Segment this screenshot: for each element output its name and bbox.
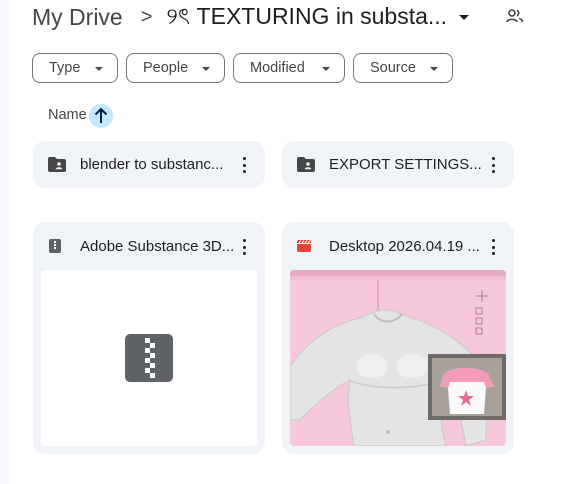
shared-folder-icon [48,157,66,172]
sort-direction-button[interactable] [89,104,113,128]
caret-down-icon [202,67,210,71]
sort-column-label[interactable]: Name [48,107,87,123]
breadcrumb-my-drive[interactable]: My Drive [32,4,123,31]
more-options-icon[interactable] [243,157,247,173]
breadcrumb: My Drive > ୨ৎ TEXTURING in substa... [32,0,470,37]
filter-people-label: People [143,60,189,76]
breadcrumb-current-folder[interactable]: ୨ৎ TEXTURING in substa... [166,0,447,37]
folder-name: EXPORT SETTINGS... [329,156,482,173]
more-options-icon[interactable] [492,239,496,255]
filter-type-chip[interactable]: Type [32,53,118,83]
left-panel-edge [0,0,12,484]
caret-down-icon [322,67,330,71]
video-thumbnail-image [290,270,506,446]
shared-folder-icon [297,157,315,172]
zip-archive-icon [125,334,173,382]
video-icon [297,240,311,252]
filter-modified-chip[interactable]: Modified [233,53,345,83]
file-name: Desktop 2026.04.19 ... [329,238,480,255]
caret-down-icon [95,67,103,71]
zip-archive-icon [49,239,61,253]
chevron-right-icon: > [140,5,153,28]
folder-card[interactable]: EXPORT SETTINGS... [282,141,514,188]
file-card[interactable]: Desktop 2026.04.19 ... [282,222,514,454]
more-options-icon[interactable] [492,157,496,173]
filter-source-label: Source [370,60,416,76]
caret-down-icon [430,67,438,71]
filter-people-chip[interactable]: People [126,53,225,83]
folder-name: blender to substanc... [80,156,224,173]
folder-card[interactable]: blender to substanc... [33,141,265,188]
filter-modified-label: Modified [250,60,305,76]
caret-down-icon[interactable] [459,14,470,20]
filter-source-chip[interactable]: Source [353,53,453,83]
filter-type-label: Type [49,60,81,76]
video-thumbnail[interactable] [290,270,506,446]
arrow-up-icon [94,107,108,123]
more-options-icon[interactable] [243,239,247,255]
file-name: Adobe Substance 3D... [80,238,235,255]
people-icon[interactable] [506,8,524,24]
file-card[interactable]: Adobe Substance 3D... [33,222,265,454]
file-preview[interactable] [41,270,257,446]
